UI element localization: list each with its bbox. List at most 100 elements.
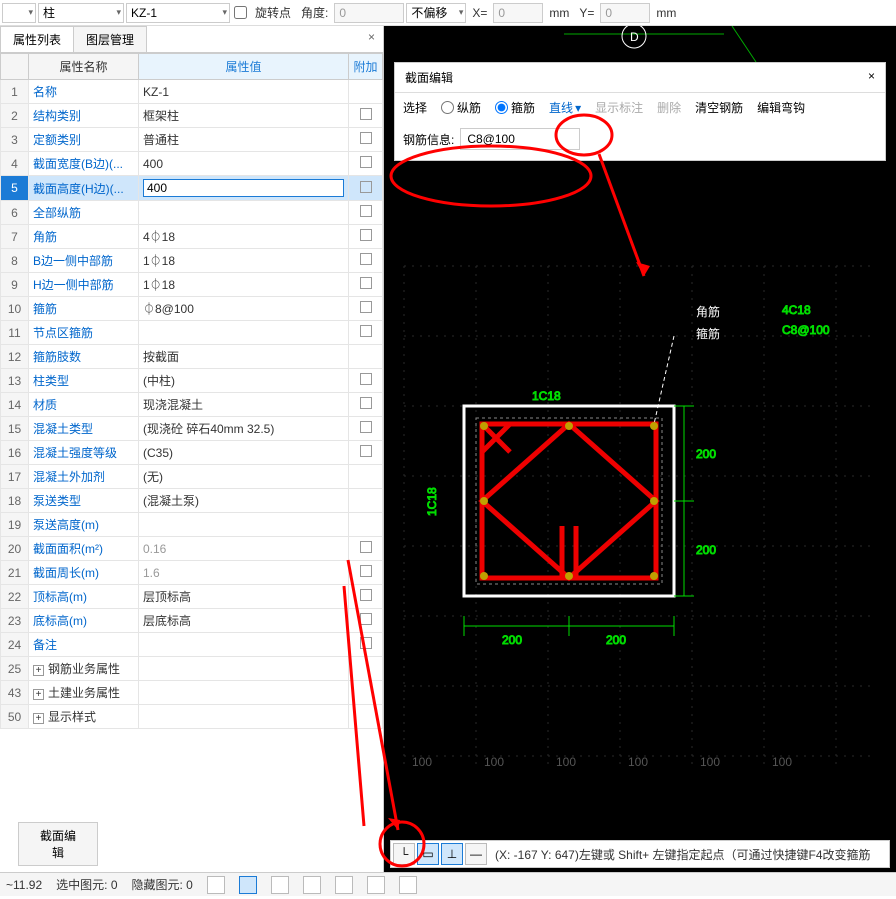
tool-btn-4[interactable]: — (465, 843, 487, 865)
extra-checkbox[interactable] (360, 301, 372, 313)
tab-properties[interactable]: 属性列表 (0, 26, 74, 52)
extra-checkbox[interactable] (360, 181, 372, 193)
property-row[interactable]: 2结构类别框架柱 (1, 104, 383, 128)
x-label: X= (468, 6, 491, 20)
property-value-input[interactable] (143, 179, 344, 197)
extra-checkbox[interactable] (360, 373, 372, 385)
offset-mode-dropdown[interactable]: 不偏移 (406, 3, 466, 23)
extra-checkbox[interactable] (360, 108, 372, 120)
svg-text:D: D (630, 30, 639, 44)
property-row[interactable]: 16混凝土强度等级(C35) (1, 441, 383, 465)
svg-text:1C18: 1C18 (425, 487, 439, 516)
property-row[interactable]: 50+显示样式 (1, 705, 383, 729)
extra-checkbox[interactable] (360, 205, 372, 217)
angle-input[interactable] (334, 3, 404, 23)
x-unit: mm (545, 6, 573, 20)
extra-checkbox[interactable] (360, 397, 372, 409)
extra-checkbox[interactable] (360, 613, 372, 625)
steel-info-label: 钢筋信息: (403, 131, 454, 148)
property-row[interactable]: 17混凝土外加剂(无) (1, 465, 383, 489)
sb-btn-7[interactable] (399, 876, 417, 894)
extra-checkbox[interactable] (360, 589, 372, 601)
svg-text:100: 100 (700, 755, 720, 769)
sb-btn-2[interactable] (239, 876, 257, 894)
property-row[interactable]: 11节点区箍筋 (1, 321, 383, 345)
extra-checkbox[interactable] (360, 277, 372, 289)
property-row[interactable]: 14材质现浇混凝土 (1, 393, 383, 417)
col-header-value: 属性值 (139, 54, 349, 80)
property-row[interactable]: 22顶标高(m)层顶标高 (1, 585, 383, 609)
sb-btn-6[interactable] (367, 876, 385, 894)
draw-toolbar: └ ▭ ⊥ — (X: -167 Y: 647)左键或 Shift+ 左键指定起… (390, 840, 890, 868)
property-row[interactable]: 3定额类别普通柱 (1, 128, 383, 152)
property-row[interactable]: 25+钢筋业务属性 (1, 657, 383, 681)
extra-checkbox[interactable] (360, 445, 372, 457)
property-row[interactable]: 6全部纵筋 (1, 201, 383, 225)
extra-checkbox[interactable] (360, 253, 372, 265)
category-dropdown-2[interactable]: 柱 (38, 3, 124, 23)
select-tool[interactable]: 选择 (403, 99, 427, 116)
property-row[interactable]: 5截面高度(H边)(... (1, 176, 383, 201)
svg-text:200: 200 (502, 633, 522, 647)
extra-checkbox[interactable] (360, 565, 372, 577)
property-row[interactable]: 4截面宽度(B边)(...400 (1, 152, 383, 176)
status-bar: ~11.92 选中图元: 0 隐藏图元: 0 (0, 872, 896, 896)
col-header-name: 属性名称 (29, 54, 139, 80)
editor-close-icon[interactable]: × (868, 69, 875, 86)
property-row[interactable]: 15混凝土类型(现浇砼 碎石40mm 32.5) (1, 417, 383, 441)
extra-checkbox[interactable] (360, 541, 372, 553)
svg-text:4C18: 4C18 (782, 303, 811, 317)
radio-longitudinal[interactable]: 纵筋 (441, 99, 481, 116)
radio-stirrup[interactable]: 箍筋 (495, 99, 535, 116)
extra-checkbox[interactable] (360, 325, 372, 337)
extra-checkbox[interactable] (360, 637, 372, 649)
property-row[interactable]: 43+土建业务属性 (1, 681, 383, 705)
clear-rebar-button[interactable]: 清空钢筋 (695, 99, 743, 116)
hidden-count: 隐藏图元: 0 (132, 876, 193, 893)
pivot-checkbox[interactable] (234, 6, 247, 19)
drawing-canvas[interactable]: D (384, 26, 896, 872)
panel-close-icon[interactable]: × (360, 26, 383, 52)
svg-text:箍筋: 箍筋 (696, 326, 720, 341)
delete-button[interactable]: 删除 (657, 99, 681, 116)
svg-text:100: 100 (556, 755, 576, 769)
sb-btn-3[interactable] (271, 876, 289, 894)
svg-text:100: 100 (772, 755, 792, 769)
property-row[interactable]: 13柱类型(中柱) (1, 369, 383, 393)
x-input[interactable] (493, 3, 543, 23)
extra-checkbox[interactable] (360, 421, 372, 433)
property-row[interactable]: 7角筋4⏀18 (1, 225, 383, 249)
extra-checkbox[interactable] (360, 229, 372, 241)
property-row[interactable]: 1名称KZ-1 (1, 80, 383, 104)
sb-btn-4[interactable] (303, 876, 321, 894)
y-input[interactable] (600, 3, 650, 23)
component-dropdown[interactable]: KZ-1 (126, 3, 230, 23)
extra-checkbox[interactable] (360, 132, 372, 144)
property-row[interactable]: 23底标高(m)层底标高 (1, 609, 383, 633)
category-dropdown-1[interactable] (2, 3, 36, 23)
property-row[interactable]: 12箍筋肢数按截面 (1, 345, 383, 369)
svg-text:200: 200 (696, 447, 716, 461)
property-row[interactable]: 10箍筋⏀8@100 (1, 297, 383, 321)
y-unit: mm (652, 6, 680, 20)
tool-btn-1[interactable]: └ (393, 843, 415, 865)
steel-info-input[interactable]: C8@100 (460, 128, 580, 150)
sb-btn-5[interactable] (335, 876, 353, 894)
section-edit-button[interactable]: 截面编辑 (18, 822, 98, 866)
tool-btn-3[interactable]: ⊥ (441, 843, 463, 865)
line-tool-dropdown[interactable]: 直线▾ (549, 99, 581, 116)
tab-layers[interactable]: 图层管理 (73, 26, 147, 52)
property-row[interactable]: 20截面面积(m²)0.16 (1, 537, 383, 561)
property-row[interactable]: 19泵送高度(m) (1, 513, 383, 537)
property-row[interactable]: 8B边一侧中部筋1⏀18 (1, 249, 383, 273)
edit-hook-button[interactable]: 编辑弯钩 (757, 99, 805, 116)
property-row[interactable]: 21截面周长(m)1.6 (1, 561, 383, 585)
property-row[interactable]: 18泵送类型(混凝土泵) (1, 489, 383, 513)
tool-btn-2[interactable]: ▭ (417, 843, 439, 865)
property-row[interactable]: 9H边一侧中部筋1⏀18 (1, 273, 383, 297)
extra-checkbox[interactable] (360, 156, 372, 168)
editor-title: 截面编辑 (405, 69, 453, 86)
sb-btn-1[interactable] (207, 876, 225, 894)
property-row[interactable]: 24备注 (1, 633, 383, 657)
show-dimension-button[interactable]: 显示标注 (595, 99, 643, 116)
